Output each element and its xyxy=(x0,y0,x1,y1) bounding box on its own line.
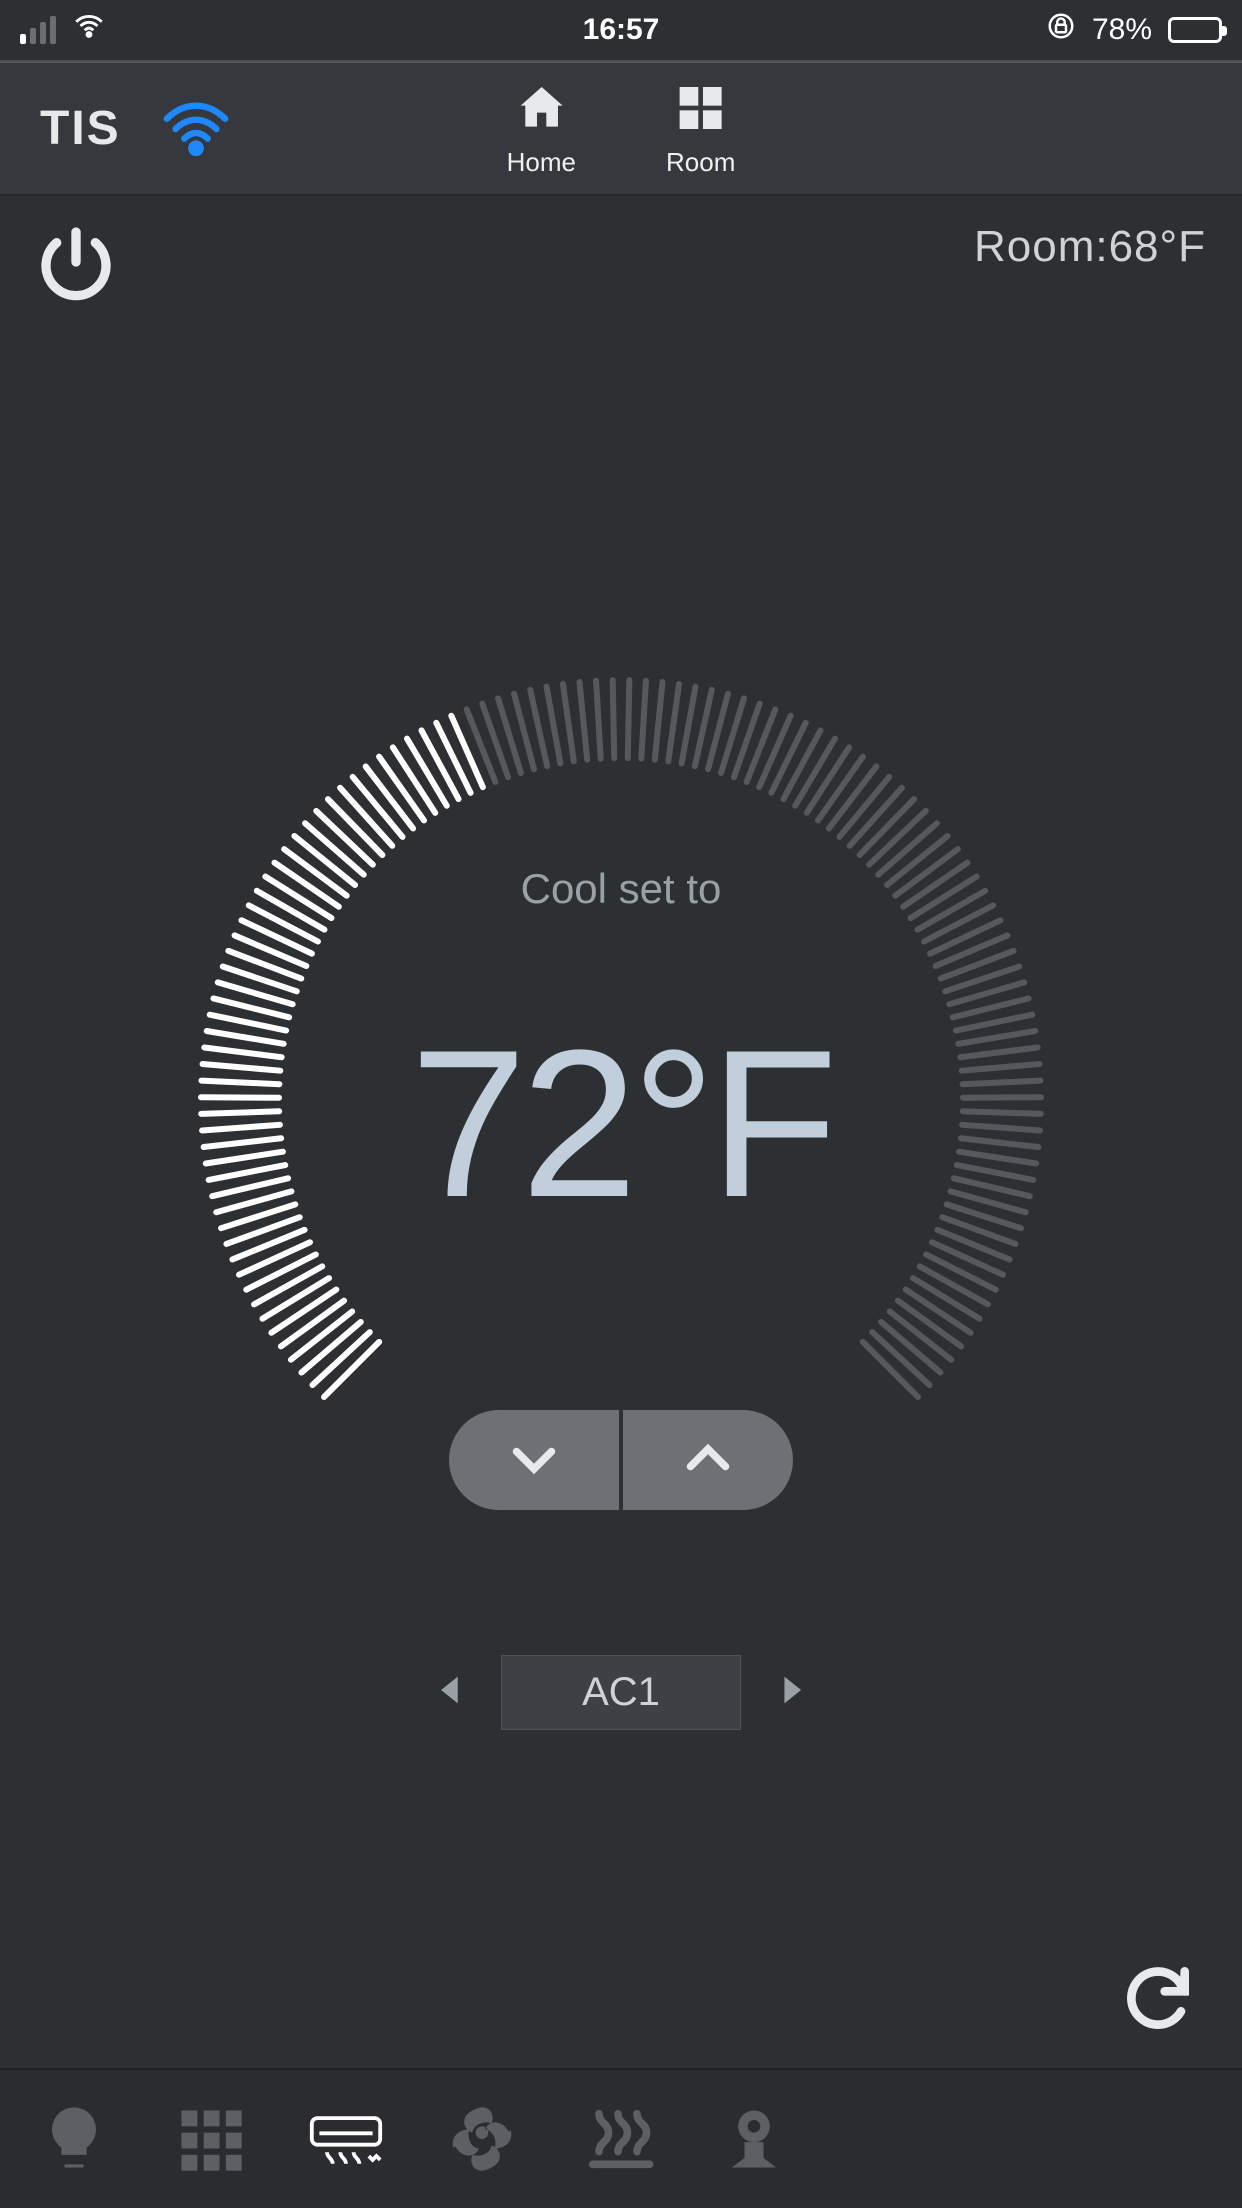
device-name[interactable]: AC1 xyxy=(501,1655,741,1730)
room-temp-readout: Room:68°F xyxy=(974,222,1206,272)
device-status-bar: 16:57 78% xyxy=(0,0,1242,60)
grid-icon xyxy=(673,80,729,141)
temp-increase-button[interactable] xyxy=(623,1410,793,1510)
status-time: 16:57 xyxy=(583,13,660,47)
next-device-button[interactable] xyxy=(771,1670,811,1715)
prev-device-button[interactable] xyxy=(431,1670,471,1715)
power-button[interactable] xyxy=(36,222,116,307)
room-temp-label: Room: xyxy=(974,222,1109,271)
tab-fan[interactable] xyxy=(444,2101,520,2177)
orientation-lock-icon xyxy=(1046,11,1076,49)
chevron-down-icon xyxy=(504,1429,564,1492)
tab-ac[interactable] xyxy=(308,2101,384,2177)
home-icon xyxy=(513,80,569,141)
nav-home-label: Home xyxy=(507,147,576,178)
nav-home[interactable]: Home xyxy=(507,80,576,178)
room-temp-value: 68°F xyxy=(1109,222,1206,271)
thermostat-dial[interactable]: Cool set to 72°F xyxy=(161,640,1081,1560)
nav-room-label: Room xyxy=(666,147,735,178)
temp-decrease-button[interactable] xyxy=(449,1410,619,1510)
tab-heat[interactable] xyxy=(580,2101,656,2177)
wifi-icon xyxy=(72,9,106,51)
brand-logo: TIS xyxy=(40,101,121,156)
connection-wifi-icon[interactable] xyxy=(161,94,231,164)
refresh-button[interactable] xyxy=(1118,1958,1198,2043)
chevron-up-icon xyxy=(678,1429,738,1492)
battery-icon xyxy=(1168,17,1222,43)
app-nav-bar: TIS Home Room xyxy=(0,62,1242,196)
tab-light[interactable] xyxy=(36,2101,112,2177)
cellular-signal-icon xyxy=(20,16,56,44)
tab-scenes[interactable] xyxy=(172,2101,248,2177)
battery-percent: 78% xyxy=(1092,13,1152,47)
bottom-tab-bar xyxy=(0,2068,1242,2208)
tab-camera[interactable] xyxy=(716,2101,792,2177)
nav-room[interactable]: Room xyxy=(666,80,735,178)
device-selector: AC1 xyxy=(431,1655,811,1730)
